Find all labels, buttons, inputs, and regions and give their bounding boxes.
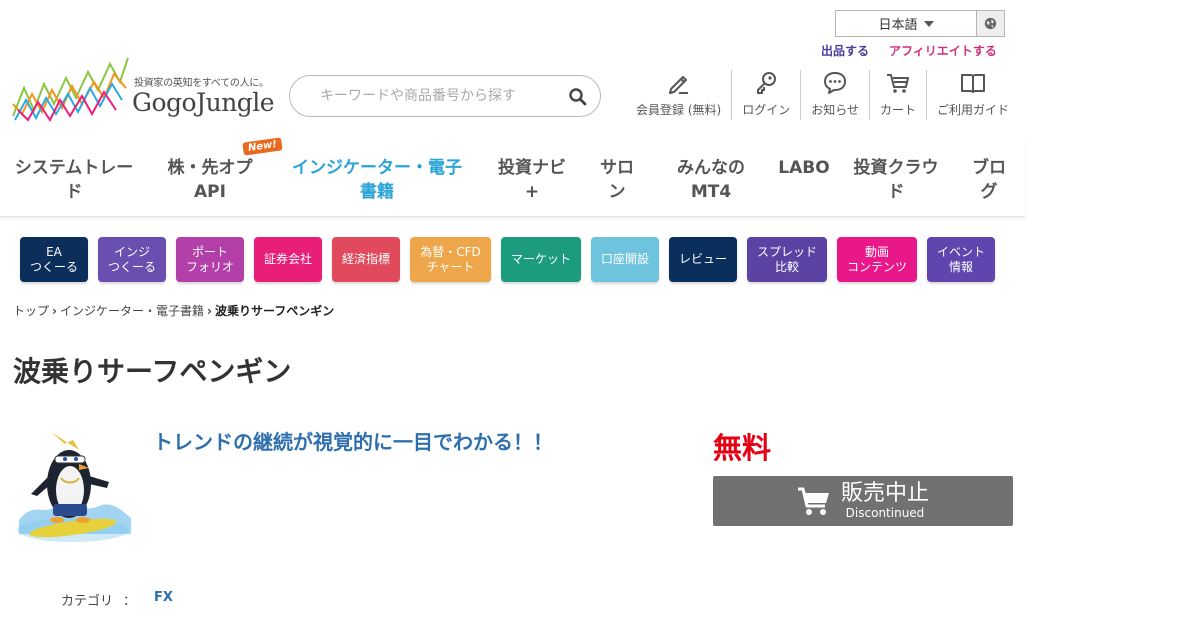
category-label: カテゴリ bbox=[61, 594, 114, 609]
category-button[interactable]: 経済指標 bbox=[332, 237, 400, 282]
breadcrumb-current: 波乗りサーフペンギン bbox=[214, 304, 335, 318]
category-button[interactable]: EA つくーる bbox=[20, 237, 88, 282]
notice-label: お知らせ bbox=[811, 103, 859, 117]
login-label: ログイン bbox=[742, 103, 791, 117]
main-nav: システムトレード 株・先オプAPI New! インジケーター・電子書籍 投資ナビ… bbox=[0, 137, 1025, 217]
sell-link[interactable]: 出品する bbox=[821, 42, 869, 59]
new-badge: New! bbox=[242, 137, 283, 156]
cart-link[interactable]: カート bbox=[870, 70, 927, 120]
nav-labo[interactable]: LABO bbox=[774, 156, 834, 180]
logo-text: GogoJungle bbox=[132, 88, 275, 117]
site-logo[interactable]: 投資家の英知をすべての人に。 GogoJungle bbox=[10, 54, 280, 126]
breadcrumb-top[interactable]: トップ bbox=[13, 302, 49, 319]
login-link[interactable]: ログイン bbox=[732, 70, 802, 120]
language-label: 日本語 bbox=[878, 18, 918, 33]
category-button[interactable]: 口座開設 bbox=[591, 237, 659, 282]
nav-blog[interactable]: ブログ bbox=[966, 156, 1012, 204]
book-icon bbox=[960, 74, 985, 93]
nav-minna-mt4[interactable]: みんなのMT4 bbox=[670, 156, 752, 204]
nav-salon[interactable]: サロン bbox=[596, 156, 638, 204]
search-input[interactable] bbox=[320, 88, 560, 104]
category-button[interactable]: 動画 コンテンツ bbox=[837, 237, 917, 282]
caret-down-icon bbox=[923, 20, 934, 27]
utility-nav: 会員登録 (無料) ログイン お知らせ カート ご利用ガイド bbox=[626, 70, 1019, 120]
cart-icon bbox=[886, 74, 909, 93]
nav-toushi-cloud[interactable]: 投資クラウド bbox=[848, 156, 944, 204]
buy-button-label: 販売中止 bbox=[840, 481, 929, 506]
search-icon[interactable] bbox=[568, 87, 588, 107]
category-button[interactable]: 証券会社 bbox=[254, 237, 322, 282]
category-button[interactable]: ポート フォリオ bbox=[176, 237, 244, 282]
nav-stock-option-api[interactable]: 株・先オプAPI bbox=[160, 156, 260, 204]
cart-label: カート bbox=[879, 103, 916, 117]
category-button[interactable]: スプレッド 比較 bbox=[747, 237, 827, 282]
product-catchphrase: トレンドの継続が視覚的に一目でわかる！！ bbox=[153, 430, 553, 454]
category-button[interactable]: マーケット bbox=[501, 237, 581, 282]
pencil-icon bbox=[668, 76, 688, 94]
language-selector[interactable]: 日本語 bbox=[835, 10, 1005, 37]
category-button[interactable]: レビュー bbox=[669, 237, 737, 282]
category-button[interactable]: 為替・CFD チャート bbox=[410, 237, 491, 282]
key-icon bbox=[757, 72, 777, 94]
register-link[interactable]: 会員登録 (無料) bbox=[626, 70, 733, 120]
page-title: 波乗りサーフペンギン bbox=[13, 355, 292, 388]
nav-indicator-ebook[interactable]: インジケーター・電子書籍 bbox=[285, 156, 469, 204]
cart-icon bbox=[797, 487, 829, 515]
language-dropdown[interactable]: 日本語 bbox=[836, 11, 977, 36]
notice-link[interactable]: お知らせ bbox=[801, 70, 870, 120]
category-info: カテゴリ ： FX bbox=[61, 590, 173, 609]
search-box[interactable] bbox=[289, 75, 601, 117]
logo-tagline: 投資家の英知をすべての人に。 bbox=[134, 78, 269, 89]
category-button[interactable]: イベント 情報 bbox=[927, 237, 995, 282]
logo-mark-icon bbox=[12, 57, 129, 122]
chat-bubble-icon bbox=[824, 72, 847, 94]
guide-label: ご利用ガイド bbox=[936, 103, 1009, 117]
register-label: 会員登録 (無料) bbox=[636, 103, 722, 117]
chevron-right-icon: › bbox=[206, 303, 212, 318]
guide-link[interactable]: ご利用ガイド bbox=[927, 70, 1019, 120]
affiliate-link[interactable]: アフィリエイトする bbox=[889, 42, 997, 59]
price-label: 無料 bbox=[713, 431, 772, 465]
category-value-link[interactable]: FX bbox=[154, 590, 173, 609]
globe-icon[interactable] bbox=[977, 11, 1004, 36]
breadcrumb-category[interactable]: インジケーター・電子書籍 bbox=[60, 302, 204, 319]
nav-toushi-navi[interactable]: 投資ナビ+ bbox=[492, 156, 572, 204]
surf-penguin-image bbox=[17, 432, 131, 542]
chevron-right-icon: › bbox=[52, 303, 57, 318]
breadcrumb: トップ › インジケーター・電子書籍 › 波乗りサーフペンギン bbox=[13, 302, 334, 319]
category-button[interactable]: インジ つくーる bbox=[98, 237, 166, 282]
buy-button-sublabel: Discontinued bbox=[845, 506, 925, 520]
category-separator: ： bbox=[123, 594, 137, 609]
buy-button[interactable]: 販売中止 Discontinued bbox=[713, 476, 1013, 526]
nav-system-trade[interactable]: システムトレード bbox=[10, 156, 138, 204]
